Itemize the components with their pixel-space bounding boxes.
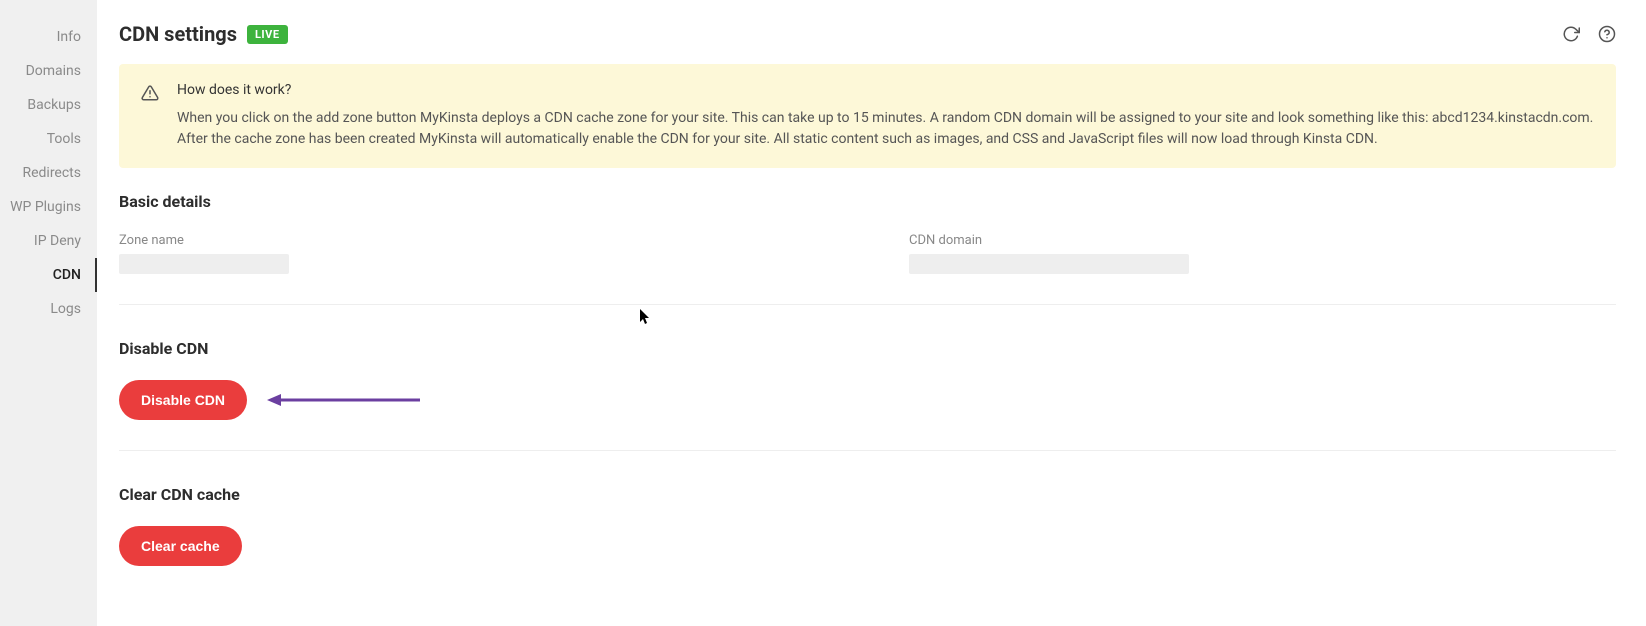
info-notice: How does it work? When you click on the … xyxy=(119,64,1616,168)
zone-name-value xyxy=(119,254,289,274)
divider xyxy=(119,304,1616,305)
warning-icon xyxy=(141,84,159,150)
arrow-annotation xyxy=(265,399,415,401)
sidebar-item-ipdeny[interactable]: IP Deny xyxy=(0,224,97,258)
disable-cdn-button[interactable]: Disable CDN xyxy=(119,380,247,420)
cdn-domain-value xyxy=(909,254,1189,274)
sidebar-item-logs[interactable]: Logs xyxy=(0,292,97,326)
cdn-domain-label: CDN domain xyxy=(909,233,1189,248)
status-badge: LIVE xyxy=(247,25,288,44)
page-title: CDN settings xyxy=(119,22,237,46)
basic-details-heading: Basic details xyxy=(119,192,1616,211)
divider xyxy=(119,450,1616,451)
refresh-icon[interactable] xyxy=(1562,25,1580,43)
sidebar-item-backups[interactable]: Backups xyxy=(0,88,97,122)
sidebar-item-wpplugins[interactable]: WP Plugins xyxy=(0,190,97,224)
sidebar-item-domains[interactable]: Domains xyxy=(0,54,97,88)
sidebar: Info Domains Backups Tools Redirects WP … xyxy=(0,0,97,626)
sidebar-item-tools[interactable]: Tools xyxy=(0,122,97,156)
notice-title: How does it work? xyxy=(177,82,1594,98)
notice-body: When you click on the add zone button My… xyxy=(177,108,1594,150)
disable-cdn-heading: Disable CDN xyxy=(119,339,1616,358)
zone-name-label: Zone name xyxy=(119,233,289,248)
sidebar-item-redirects[interactable]: Redirects xyxy=(0,156,97,190)
sidebar-item-cdn[interactable]: CDN xyxy=(0,258,97,292)
clear-cache-button[interactable]: Clear cache xyxy=(119,526,242,566)
clear-cache-heading: Clear CDN cache xyxy=(119,485,1616,504)
main-content: CDN settings LIVE How does it work? When… xyxy=(97,0,1646,626)
sidebar-item-info[interactable]: Info xyxy=(0,20,97,54)
help-icon[interactable] xyxy=(1598,25,1616,43)
